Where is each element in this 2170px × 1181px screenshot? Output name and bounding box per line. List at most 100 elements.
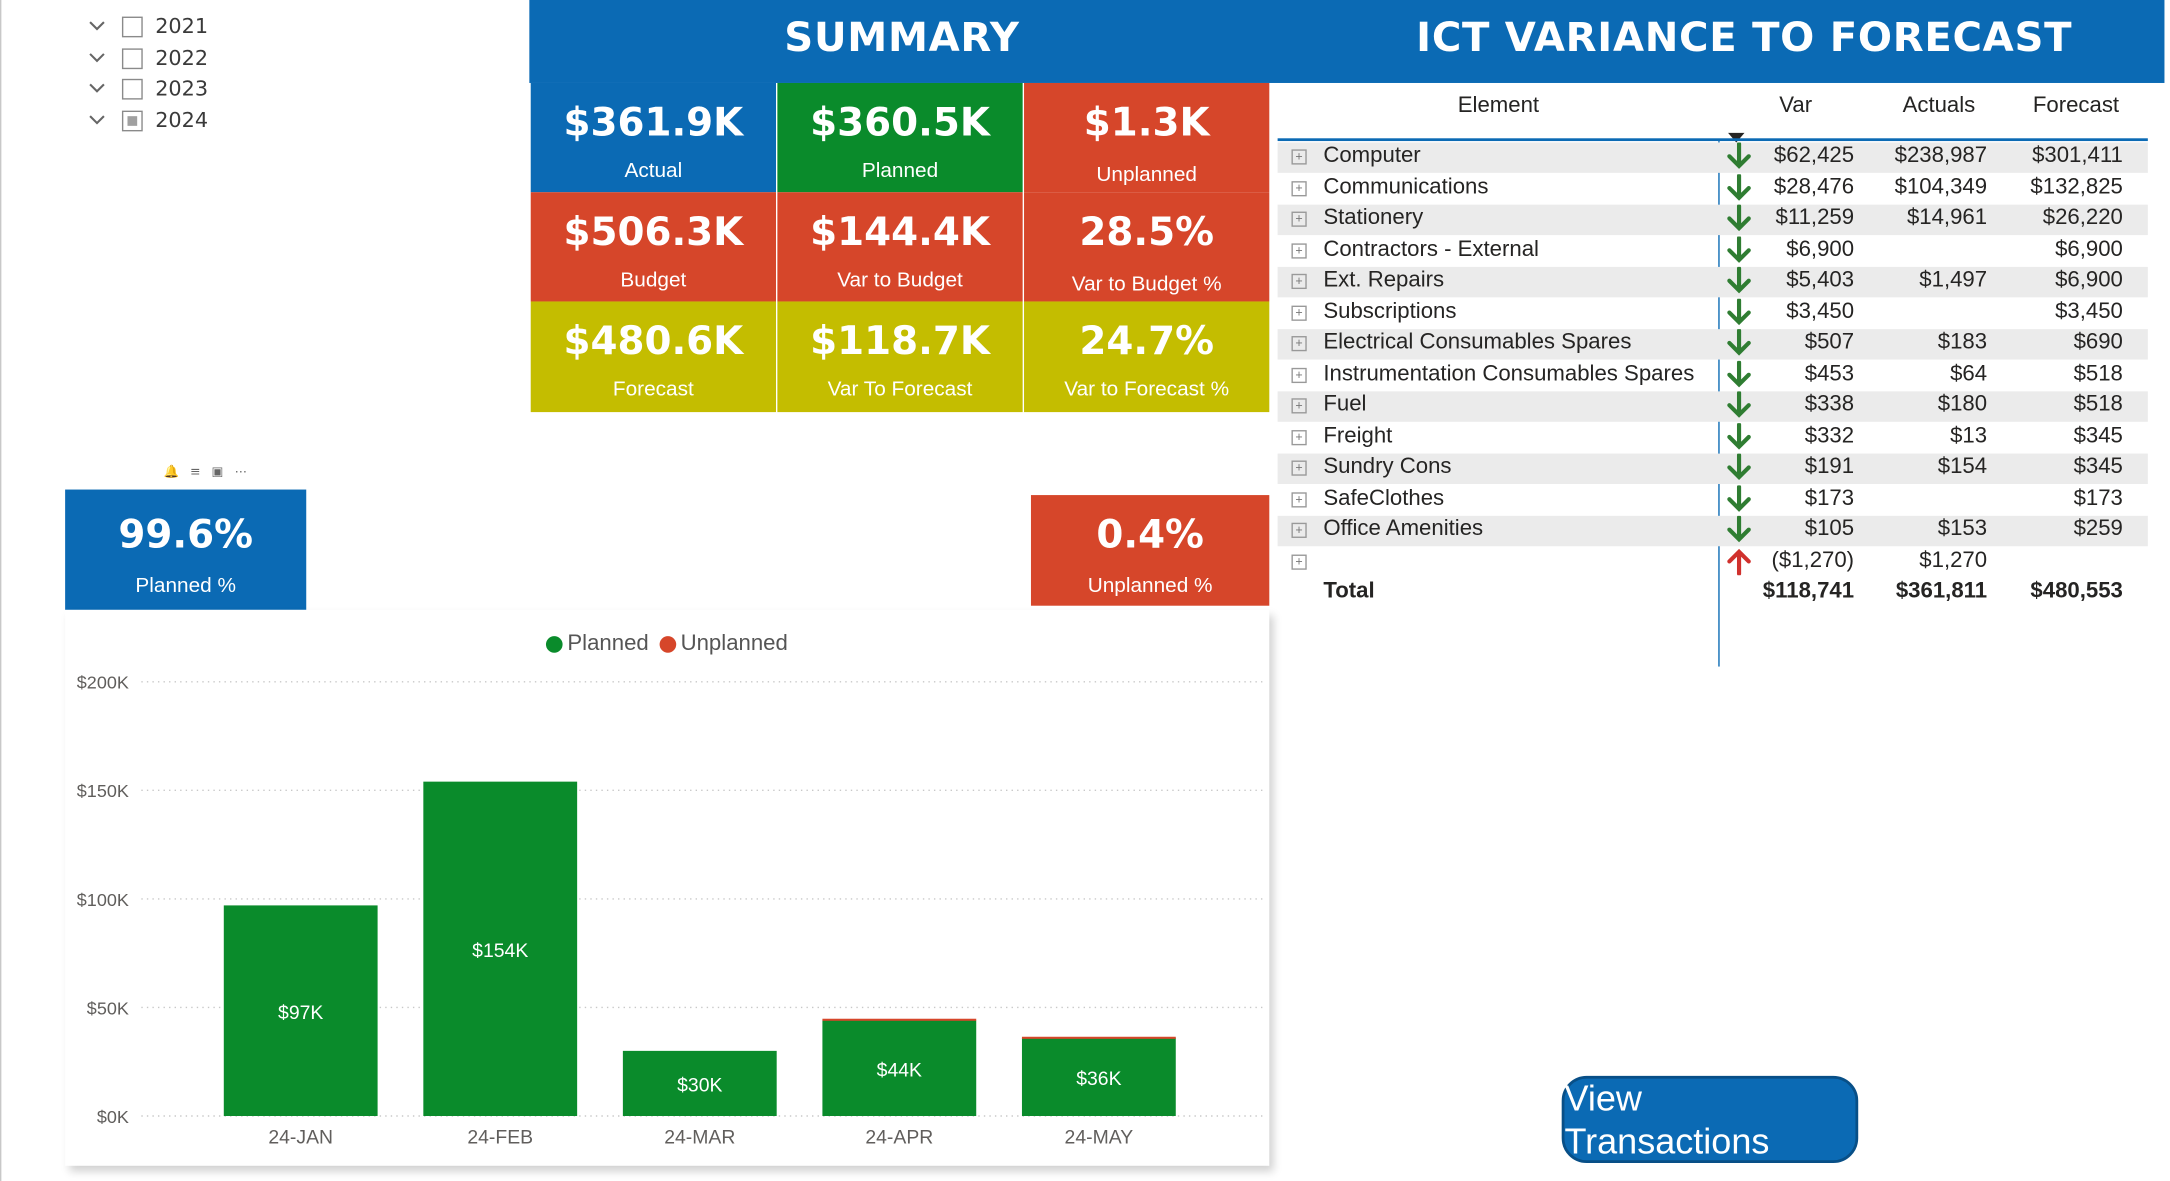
- actuals-cell: $14,961: [1906, 206, 1988, 230]
- element-cell: Communications: [1323, 174, 1489, 199]
- expand-icon[interactable]: +: [1291, 149, 1307, 165]
- forecast-cell: $301,411: [2032, 143, 2123, 168]
- card-label: Planned: [861, 159, 939, 183]
- expand-icon[interactable]: +: [1291, 304, 1307, 321]
- var-cell: $173: [1804, 486, 1855, 510]
- var-cell: $11,259: [1775, 206, 1855, 230]
- checkbox-icon[interactable]: [121, 78, 143, 99]
- header-bar: SUMMARY ICT VARIANCE TO FORECAST: [529, 0, 2165, 83]
- expand-icon[interactable]: +: [1291, 460, 1307, 476]
- table-row[interactable]: + SafeClothes $173 $173: [1278, 484, 2148, 515]
- x-tick-label: 24-JAN: [268, 1127, 333, 1149]
- header-divider: [1277, 138, 2148, 142]
- chevron-down-icon[interactable]: [86, 111, 108, 130]
- bar-unplanned[interactable]: [1021, 1036, 1176, 1039]
- unplanned-card: $1.3K Unplanned: [1024, 82, 1270, 193]
- expand-icon[interactable]: +: [1291, 522, 1307, 538]
- card-value: $480.6K: [563, 318, 744, 364]
- table-row[interactable]: + Communications $28,476 $104,349 $132,825: [1278, 172, 2148, 204]
- element-cell: Subscriptions: [1323, 299, 1457, 323]
- var-to-forecast-card: $118.7K Var To Forecast: [777, 301, 1023, 413]
- checkbox-icon[interactable]: [121, 109, 143, 131]
- table-row[interactable]: + Stationery $11,259 $14,961 $26,220: [1277, 203, 2148, 236]
- expand-icon[interactable]: +: [1291, 242, 1307, 258]
- forecast-cell: $26,220: [2042, 206, 2123, 230]
- data-label: $97K: [278, 1002, 323, 1024]
- var-cell: $191: [1804, 454, 1855, 479]
- var-cell: ($1,270): [1771, 548, 1855, 572]
- forecast-cell: $690: [2073, 330, 2123, 355]
- expand-icon[interactable]: +: [1291, 491, 1307, 507]
- x-tick-label: 24-FEB: [467, 1127, 533, 1149]
- year-slicer-item-2022[interactable]: 2022: [86, 43, 208, 73]
- checkbox-icon[interactable]: [121, 15, 143, 37]
- table-row[interactable]: + Contractors - External $6,900 $6,900: [1278, 235, 2148, 266]
- chevron-down-icon[interactable]: [86, 17, 108, 36]
- table-row[interactable]: + Freight $332 $13 $345: [1278, 421, 2148, 452]
- card-label: Actual: [624, 159, 683, 183]
- y-tick-label: $50K: [87, 998, 129, 1018]
- table-row[interactable]: + Computer $62,425 $238,987 $301,411: [1277, 141, 2148, 173]
- bar-unplanned[interactable]: [822, 1018, 977, 1021]
- year-slicer-item-2023[interactable]: 2023: [86, 73, 208, 103]
- card-label: Forecast: [612, 377, 694, 402]
- element-cell: Electrical Consumables Spares: [1323, 330, 1632, 355]
- view-transactions-button[interactable]: View Transactions: [1561, 1075, 1859, 1164]
- table-row[interactable]: + Subscriptions $3,450 $3,450: [1278, 297, 2148, 328]
- actuals-cell: $153: [1937, 517, 1988, 541]
- visual-header: 🔔 ≡ ▣ ⋯: [164, 463, 275, 482]
- var-to-forecast-pct-card: 24.7% Var to Forecast %: [1024, 301, 1270, 413]
- table-row[interactable]: + Electrical Consumables Spares $507 $183 $6…: [1277, 328, 2148, 360]
- y-tick-label: $0K: [97, 1107, 129, 1127]
- element-cell: Instrumentation Consumables Spares: [1323, 361, 1695, 386]
- column-header-actuals[interactable]: Actuals: [1903, 94, 1976, 119]
- var-cell: $3,450: [1786, 299, 1855, 323]
- x-tick-label: 24-MAR: [664, 1127, 735, 1149]
- table-row[interactable]: + Ext. Repairs $5,403 $1,497 $6,900: [1277, 266, 2148, 298]
- card-label: Var to Budget: [837, 268, 963, 292]
- checkbox-icon[interactable]: [121, 47, 143, 69]
- var-cell: $507: [1804, 330, 1855, 355]
- actuals-cell: $180: [1937, 392, 1988, 417]
- monthly-spend-chart[interactable]: Planned Unplanned $0K $50K $100K $150K $200K…: [65, 609, 1270, 1166]
- table-row[interactable]: + Sundry Cons $191 $154 $345: [1277, 452, 2148, 485]
- table-row[interactable]: + ($1,270) $1,270: [1278, 547, 2148, 577]
- actuals-cell: $64: [1950, 361, 1988, 386]
- y-tick-label: $100K: [77, 890, 129, 910]
- expand-icon[interactable]: +: [1291, 211, 1307, 227]
- card-value: $360.5K: [810, 99, 990, 146]
- card-label: Unplanned: [1096, 163, 1197, 187]
- year-slicer-item-2024[interactable]: 2024: [86, 105, 208, 135]
- expand-icon[interactable]: +: [1291, 367, 1307, 383]
- focus-icon[interactable]: ▣: [212, 466, 224, 480]
- unplanned-pct-card: 0.4% Unplanned %: [1030, 495, 1270, 606]
- expand-icon[interactable]: +: [1291, 398, 1307, 414]
- table-row[interactable]: + Fuel $338 $180 $518: [1277, 390, 2148, 422]
- table-row[interactable]: + Office Amenities $105 $153 $259: [1277, 515, 2148, 547]
- summary-title: SUMMARY: [784, 13, 1020, 61]
- actual-card: $361.9K Actual: [530, 82, 776, 193]
- column-header-element[interactable]: Element: [1458, 94, 1539, 119]
- element-cell: Office Amenities: [1323, 517, 1484, 541]
- expand-icon[interactable]: +: [1291, 336, 1307, 352]
- card-value: $144.4K: [810, 208, 990, 255]
- pin-icon[interactable]: 🔔: [164, 466, 180, 480]
- actuals-cell: $183: [1937, 330, 1988, 355]
- expand-icon[interactable]: +: [1291, 553, 1307, 570]
- actuals-cell: $104,349: [1894, 174, 1988, 199]
- expand-icon[interactable]: +: [1291, 429, 1307, 445]
- chevron-down-icon[interactable]: [86, 48, 108, 67]
- data-label: $44K: [877, 1060, 922, 1082]
- expand-icon[interactable]: +: [1291, 273, 1307, 290]
- expand-icon[interactable]: +: [1291, 180, 1307, 196]
- filter-icon[interactable]: ≡: [190, 466, 200, 480]
- more-options-icon[interactable]: ⋯: [235, 466, 247, 480]
- column-header-forecast[interactable]: Forecast: [2033, 94, 2119, 119]
- total-actuals: $361,811: [1895, 579, 1988, 603]
- column-header-var[interactable]: Var: [1779, 94, 1812, 119]
- year-slicer-item-2021[interactable]: 2021: [86, 11, 208, 41]
- chevron-down-icon[interactable]: [86, 79, 108, 98]
- year-label: 2022: [155, 45, 209, 71]
- table-row[interactable]: + Instrumentation Consumables Spares $453 $…: [1278, 359, 2148, 390]
- report-page: 2021 2022 2023 2024 SUMMARY ICT VARIANCE…: [0, 0, 2170, 1181]
